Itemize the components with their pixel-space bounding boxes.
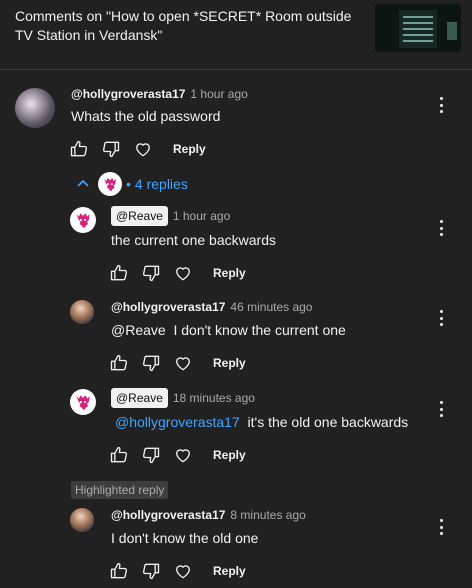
reply-time[interactable]: 8 minutes ago [230,508,305,522]
chevron-up-icon [77,179,89,187]
reply-button[interactable]: Reply [213,564,246,578]
reply-time[interactable]: 18 minutes ago [173,391,255,405]
comment-text: Whats the old password [71,108,221,124]
more-options-icon[interactable] [435,400,447,418]
reply-text: the current one backwards [111,232,276,248]
reply-time[interactable]: 46 minutes ago [230,300,312,314]
reply-text: I don't know the current one [173,322,346,338]
dislike-icon[interactable] [140,352,162,374]
reply-button[interactable]: Reply [213,266,246,280]
replies-toggle[interactable]: • 4 replies [76,172,188,196]
reply-button[interactable]: Reply [173,142,206,156]
comments-header: Comments on "How to open *SECRET* Room o… [0,0,472,70]
reply-actions: Reply [108,444,246,466]
creator-avatar [98,172,122,196]
avatar[interactable] [15,88,55,128]
reply-actions: Reply [108,352,246,374]
separator-dot: • [126,176,131,192]
mention[interactable]: @Reave [111,322,166,338]
reply-actions: Reply [108,560,246,582]
like-icon[interactable] [108,352,130,374]
reply-author[interactable]: @hollygroverasta17 [111,508,225,522]
like-icon[interactable] [108,444,130,466]
comment-author[interactable]: @hollygroverasta17 [71,87,185,101]
more-options-icon[interactable] [435,518,447,536]
heart-icon[interactable] [172,262,194,284]
dislike-icon[interactable] [100,138,122,160]
avatar[interactable] [70,389,96,415]
dislike-icon[interactable] [140,560,162,582]
thumbnail-screen [399,10,437,48]
reply-author[interactable]: @hollygroverasta17 [111,300,225,314]
reply-text-line: @Reave I don't know the current one [111,322,346,338]
reply-text: it's the old one backwards [247,414,409,430]
like-icon[interactable] [108,262,130,284]
more-options-icon[interactable] [435,219,447,237]
more-options-icon[interactable] [435,96,447,114]
reply-button[interactable]: Reply [213,448,246,462]
reply-actions: Reply [108,262,246,284]
mention-link[interactable]: @hollygroverasta17 [115,414,240,430]
reply-button[interactable]: Reply [213,356,246,370]
reply-text-line: @hollygroverasta17 it's the old one back… [115,414,408,430]
avatar[interactable] [70,300,94,324]
heart-icon[interactable] [132,138,154,160]
reply-author[interactable]: @Reave [111,388,168,408]
avatar[interactable] [70,508,94,532]
replies-count: 4 replies [134,176,188,192]
reply-author[interactable]: @Reave [111,206,168,226]
reply-text: I don't know the old one [111,530,259,546]
like-icon[interactable] [68,138,90,160]
heart-icon[interactable] [172,444,194,466]
like-icon[interactable] [108,560,130,582]
more-options-icon[interactable] [435,309,447,327]
highlighted-reply-badge: Highlighted reply [71,481,169,499]
heart-icon[interactable] [172,560,194,582]
reply-time[interactable]: 1 hour ago [173,209,230,223]
video-thumbnail[interactable] [375,4,461,52]
dislike-icon[interactable] [140,444,162,466]
thumbnail-figure [447,22,457,40]
comment-actions: Reply [68,138,206,160]
comments-title: Comments on "How to open *SECRET* Room o… [15,8,352,43]
dislike-icon[interactable] [140,262,162,284]
comment-time[interactable]: 1 hour ago [190,87,247,101]
avatar[interactable] [70,207,96,233]
heart-icon[interactable] [172,352,194,374]
